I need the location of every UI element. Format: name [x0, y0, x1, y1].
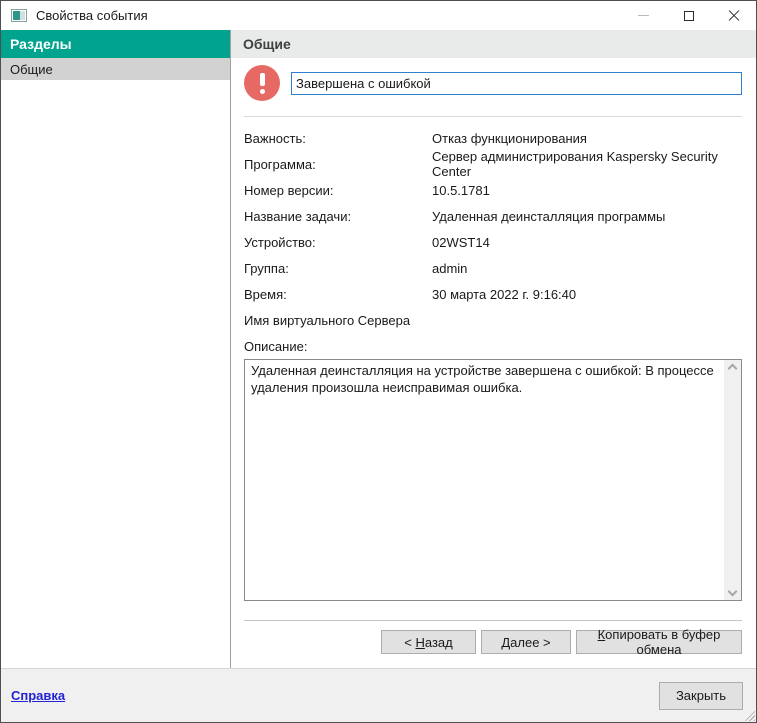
maximize-button[interactable] — [666, 2, 711, 30]
scroll-up-icon[interactable] — [727, 363, 738, 374]
description-scrollbar[interactable] — [724, 360, 741, 600]
scroll-down-icon[interactable] — [727, 586, 738, 597]
field-time: Время: 30 марта 2022 г. 9:16:40 — [244, 286, 577, 302]
close-icon — [728, 10, 740, 22]
next-button[interactable]: Далее > — [481, 630, 571, 654]
minimize-button[interactable] — [621, 2, 666, 30]
minimize-icon — [638, 15, 649, 16]
divider — [244, 116, 742, 117]
event-properties-dialog: Свойства события Разделы Общие Общие Важ… — [0, 0, 757, 723]
field-group: Группа: admin — [244, 260, 468, 276]
description-text: Удаленная деинсталляция на устройстве за… — [251, 363, 714, 395]
field-application: Программа: Сервер администрирования Kasp… — [244, 149, 718, 179]
sections-sidebar: Разделы Общие — [1, 30, 231, 668]
resize-grip[interactable] — [742, 708, 755, 721]
sidebar-header: Разделы — [1, 30, 230, 58]
error-severity-icon — [244, 65, 280, 101]
field-task-name: Название задачи: Удаленная деинсталляция… — [244, 208, 666, 224]
maximize-icon — [683, 10, 694, 21]
field-description-label: Описание: — [244, 338, 308, 354]
close-dialog-button[interactable]: Закрыть — [659, 681, 743, 710]
page-title: Общие — [231, 30, 756, 58]
field-version: Номер версии: 10.5.1781 — [244, 182, 490, 198]
window-title: Свойства события — [36, 8, 148, 23]
back-button[interactable]: < Назад — [381, 630, 476, 654]
footer-bar: Справка Закрыть — [1, 668, 756, 722]
field-device: Устройство: 02WST14 — [244, 234, 490, 250]
event-name-input[interactable] — [291, 71, 742, 95]
general-section: Важность: Отказ функционирования Програм… — [231, 58, 756, 668]
copy-to-clipboard-button[interactable]: Копировать в буфер обмена — [576, 627, 742, 657]
divider — [244, 620, 742, 621]
field-virtual-server-name: Имя виртуального Сервера — [244, 312, 411, 328]
field-severity: Важность: Отказ функционирования — [244, 130, 587, 146]
properties-window-icon — [11, 9, 27, 22]
title-bar: Свойства события — [1, 1, 756, 30]
sidebar-item-general[interactable]: Общие — [1, 58, 230, 80]
close-button[interactable] — [711, 2, 756, 30]
description-textarea[interactable]: Удаленная деинсталляция на устройстве за… — [244, 359, 742, 601]
help-link[interactable]: Справка — [11, 688, 65, 703]
